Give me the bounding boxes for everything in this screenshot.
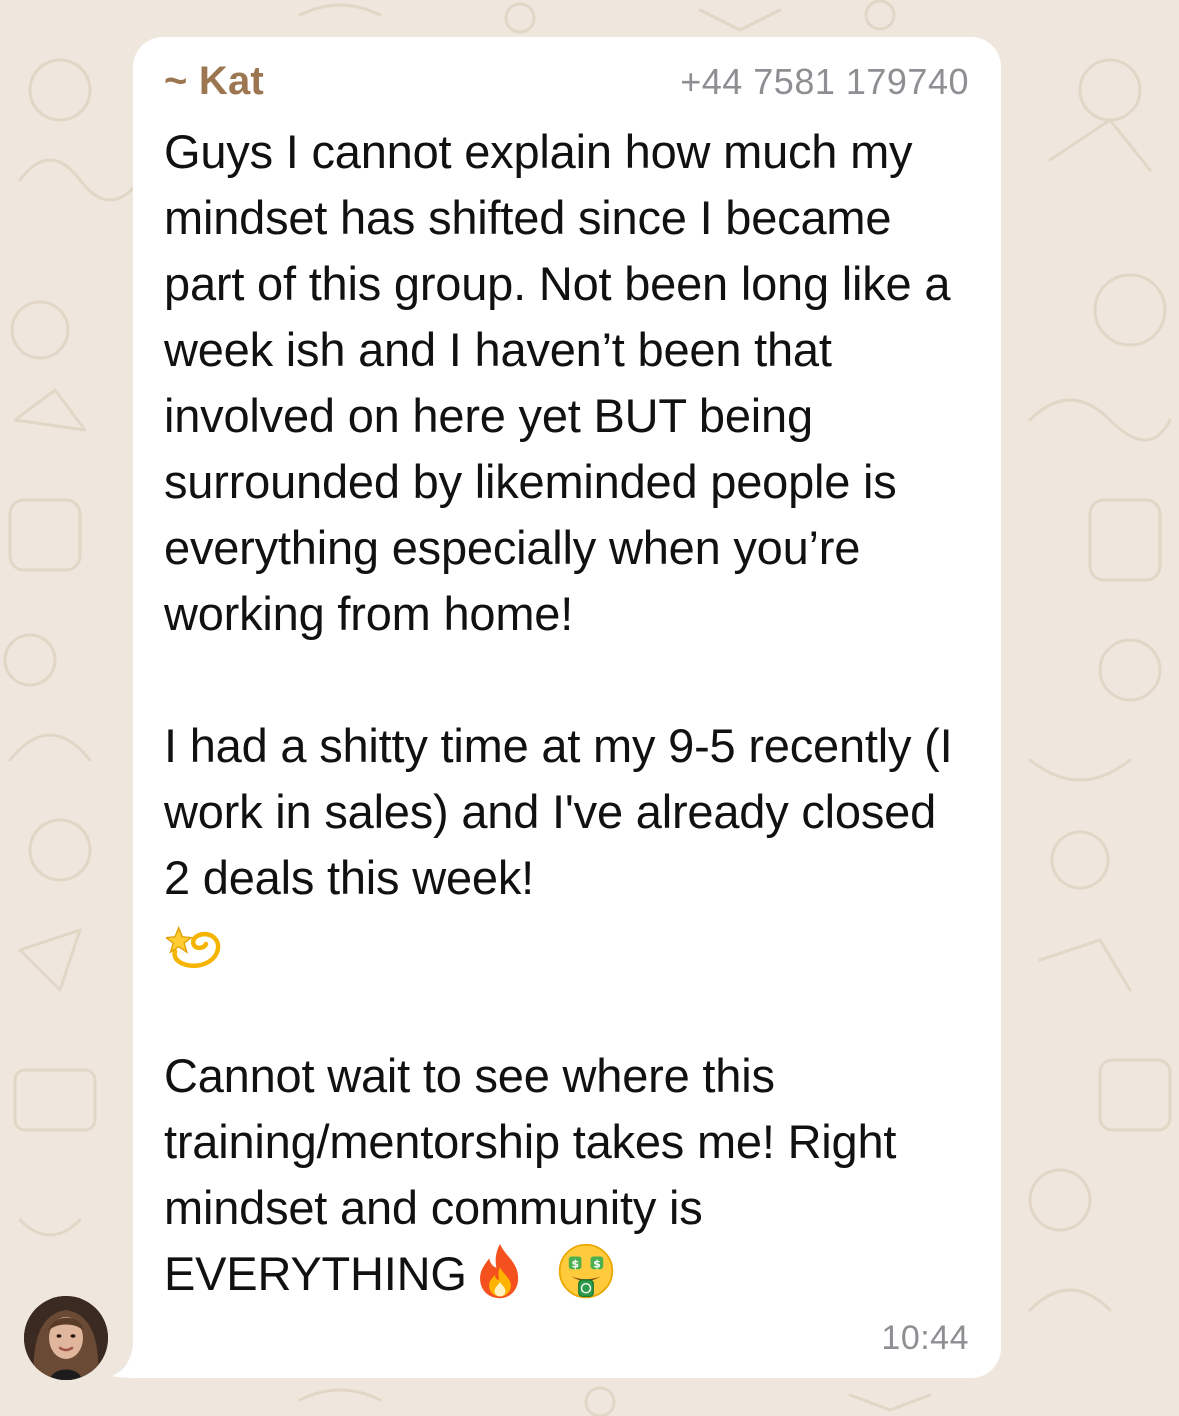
message-bubble[interactable]: ~ Kat +44 7581 179740 Guys I cannot expl…	[133, 37, 1001, 1378]
svg-text:$: $	[571, 1257, 578, 1270]
dizzy-star-emoji	[166, 925, 221, 969]
message-paragraph-3: Cannot wait to see where this training/m…	[164, 1049, 897, 1234]
sender-phone[interactable]: +44 7581 179740	[680, 61, 969, 103]
dizzy-emoji-line	[164, 911, 969, 977]
avatar-image	[24, 1296, 108, 1380]
sender-name[interactable]: ~ Kat	[164, 59, 264, 104]
message-paragraph-2: I had a shitty time at my 9-5 recently (…	[164, 719, 953, 904]
message-paragraph-3-end: EVERYTHING	[164, 1247, 467, 1300]
svg-text:$: $	[593, 1257, 600, 1270]
message-header: ~ Kat +44 7581 179740	[164, 59, 969, 119]
message-last-line: EVERYTHING $ $	[164, 1241, 969, 1307]
sender-avatar[interactable]	[24, 1296, 108, 1380]
message-body: Guys I cannot explain how much my mindse…	[164, 119, 969, 1307]
message-paragraph-1: Guys I cannot explain how much my mindse…	[164, 125, 951, 640]
money-mouth-face-emoji: $ $	[558, 1243, 613, 1299]
fire-emoji	[479, 1243, 518, 1299]
message-timestamp: 10:44	[881, 1319, 969, 1357]
